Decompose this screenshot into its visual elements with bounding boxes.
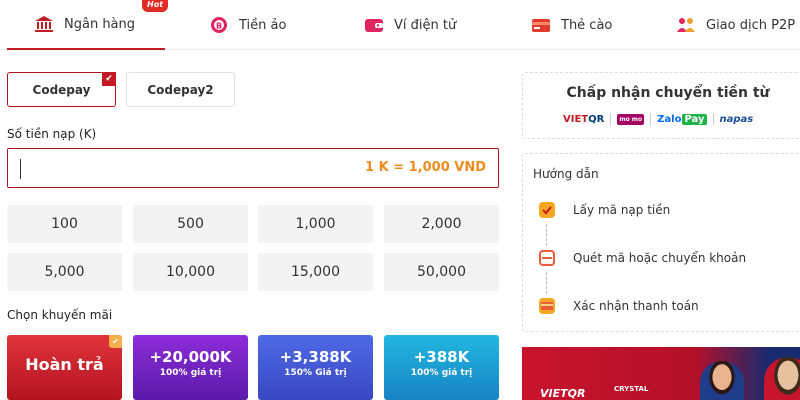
guide-step-label: Lấy mã nạp tiền bbox=[573, 203, 671, 217]
guide-step: Xác nhận thanh toán bbox=[539, 298, 699, 314]
tab-scratch-card[interactable]: Thẻ cào bbox=[531, 0, 612, 50]
accepted-sources-box: Chấp nhận chuyển tiền từ VIETQR mo mo Za… bbox=[522, 72, 800, 139]
payment-logos: VIETQR mo mo Zalo Pay napas bbox=[563, 113, 753, 125]
quick-amount-button[interactable]: 10,000 bbox=[133, 253, 248, 291]
quick-amount-button[interactable]: 5,000 bbox=[7, 253, 122, 291]
scan-icon bbox=[539, 250, 555, 266]
tab-label: Giao dịch P2P bbox=[706, 17, 796, 33]
promo-title: Hoàn trả bbox=[25, 355, 104, 374]
quick-amount-button[interactable]: 1,000 bbox=[258, 205, 373, 243]
player-image bbox=[764, 357, 800, 400]
promo-title: +388K bbox=[413, 348, 470, 366]
guide-step: Lấy mã nạp tiền bbox=[539, 202, 670, 218]
quick-amount-button[interactable]: 500 bbox=[133, 205, 248, 243]
code-icon bbox=[539, 202, 555, 218]
quick-amount-button[interactable]: 50,000 bbox=[384, 253, 499, 291]
wallet-icon bbox=[364, 15, 384, 35]
hot-badge: Hot bbox=[142, 0, 169, 12]
banner-partner-text: CRYSTAL bbox=[614, 385, 649, 393]
confirm-card-icon bbox=[539, 298, 555, 314]
tab-label: Thẻ cào bbox=[561, 17, 613, 33]
method-codepay2-button[interactable]: Codepay2 bbox=[126, 72, 235, 107]
player-image bbox=[700, 361, 744, 400]
method-label: Codepay bbox=[32, 82, 91, 97]
guide-step-label: Quét mã hoặc chuyển khoản bbox=[573, 251, 747, 265]
divider bbox=[546, 224, 547, 246]
accepted-sources-title: Chấp nhận chuyển tiền từ bbox=[566, 85, 770, 101]
bitcoin-icon: B bbox=[209, 15, 229, 35]
promo-subtitle: 100% giá trị bbox=[159, 368, 222, 378]
promo-subtitle: 100% giá trị bbox=[410, 368, 473, 378]
tab-crypto[interactable]: B Tiền ảo bbox=[209, 0, 286, 50]
tab-ewallet[interactable]: Ví điện tử bbox=[364, 0, 456, 50]
guide-step-label: Xác nhận thanh toán bbox=[573, 299, 699, 313]
divider bbox=[610, 113, 612, 125]
quick-amount-button[interactable]: 15,000 bbox=[258, 253, 373, 291]
guide-box: Hướng dẫn Lấy mã nạp tiền Quét mã hoặc c… bbox=[522, 153, 800, 332]
divider bbox=[546, 272, 547, 294]
vietqr-logo: VIETQR bbox=[563, 113, 605, 125]
banner-text: VIETQR bbox=[540, 387, 586, 400]
text-caret bbox=[20, 159, 21, 179]
payment-tabs: Ngân hàng Hot B Tiền ảo Ví điện tử Thẻ c… bbox=[0, 0, 800, 50]
promo-card[interactable]: +388K 100% giá trị bbox=[384, 335, 499, 400]
napas-logo: napas bbox=[719, 113, 754, 125]
divider bbox=[712, 113, 714, 125]
promo-title: +20,000K bbox=[149, 348, 232, 366]
zalopay-logo: Zalo Pay bbox=[657, 113, 707, 125]
promo-banner[interactable]: VIETQR CRYSTAL bbox=[522, 347, 800, 400]
tab-p2p[interactable]: Giao dịch P2P bbox=[676, 0, 795, 50]
guide-step: Quét mã hoặc chuyển khoản bbox=[539, 250, 746, 266]
divider bbox=[650, 113, 652, 125]
promo-card[interactable]: +20,000K 100% giá trị bbox=[133, 335, 248, 400]
momo-logo: mo mo bbox=[617, 113, 645, 125]
amount-label: Số tiền nạp (K) bbox=[7, 127, 97, 141]
tab-label: Tiền ảo bbox=[239, 17, 287, 33]
quick-amount-button[interactable]: 100 bbox=[7, 205, 122, 243]
check-icon: ✔ bbox=[109, 335, 122, 348]
method-codepay-button[interactable]: Codepay ✔ bbox=[7, 72, 116, 107]
bank-icon bbox=[34, 14, 54, 34]
tab-label: Ngân hàng bbox=[64, 16, 136, 32]
svg-text:B: B bbox=[216, 22, 222, 31]
promo-card[interactable]: +3,388K 150% Giá trị bbox=[258, 335, 373, 400]
guide-title: Hướng dẫn bbox=[533, 167, 599, 181]
method-label: Codepay2 bbox=[147, 82, 214, 97]
check-icon: ✔ bbox=[102, 72, 116, 86]
tab-label: Ví điện tử bbox=[394, 17, 457, 33]
card-icon bbox=[531, 15, 551, 35]
people-icon bbox=[676, 15, 696, 35]
quick-amount-button[interactable]: 2,000 bbox=[384, 205, 499, 243]
promo-cashback-card[interactable]: Hoàn trả ✔ bbox=[7, 335, 122, 400]
promo-title: +3,388K bbox=[279, 348, 352, 366]
promo-label: Chọn khuyến mãi bbox=[7, 308, 113, 322]
exchange-rate-text: 1 K = 1,000 VND bbox=[365, 160, 486, 175]
promo-subtitle: 150% Giá trị bbox=[284, 368, 347, 378]
amount-field-wrapper: 1 K = 1,000 VND bbox=[7, 148, 499, 188]
amount-input[interactable] bbox=[18, 157, 318, 179]
